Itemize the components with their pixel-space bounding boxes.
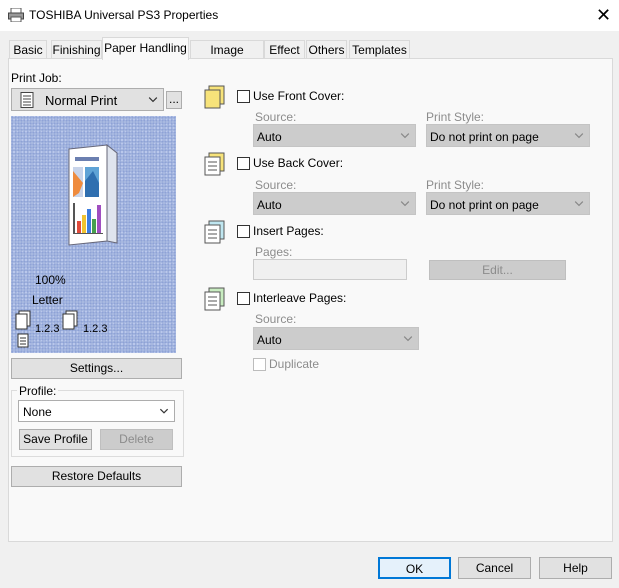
insert-pages-label: Insert Pages: bbox=[253, 224, 324, 238]
front-cover-style-dropdown[interactable]: Do not print on page bbox=[426, 124, 590, 147]
insert-pages-pages-label: Pages: bbox=[255, 245, 293, 259]
chevron-down-icon bbox=[574, 133, 584, 139]
front-cover-checkbox[interactable] bbox=[237, 90, 250, 103]
tab-effect[interactable]: Effect bbox=[264, 40, 305, 59]
help-button[interactable]: Help bbox=[539, 557, 612, 579]
back-cover-style-dropdown[interactable]: Do not print on page bbox=[426, 192, 590, 215]
delete-profile-button[interactable]: Delete bbox=[100, 429, 173, 450]
edit-pages-button[interactable]: Edit... bbox=[429, 260, 566, 280]
profile-dropdown[interactable]: None bbox=[18, 400, 175, 422]
pages-input[interactable] bbox=[253, 259, 407, 280]
printer-icon bbox=[8, 8, 24, 22]
front-cover-icon bbox=[204, 85, 225, 109]
save-profile-button[interactable]: Save Profile bbox=[19, 429, 92, 450]
tab-image-quality[interactable]: Image Quality bbox=[190, 40, 264, 75]
back-cover-source-value: Auto bbox=[257, 198, 282, 212]
page-stack-icon bbox=[15, 310, 31, 348]
interleave-source-value: Auto bbox=[257, 333, 282, 347]
preview-zoom: 100% bbox=[35, 273, 66, 287]
front-cover-source-label: Source: bbox=[255, 110, 297, 124]
print-job-label: Print Job: bbox=[11, 71, 62, 85]
back-cover-icon bbox=[204, 152, 225, 176]
preview-pane: 100% Letter 1.2.3 1.2.3 bbox=[11, 116, 176, 353]
front-cover-style-value: Do not print on page bbox=[430, 130, 539, 144]
back-cover-source-label: Source: bbox=[255, 178, 297, 192]
tab-finishing[interactable]: Finishing bbox=[51, 40, 102, 59]
chevron-down-icon bbox=[400, 133, 410, 139]
chevron-down-icon bbox=[148, 97, 158, 103]
cancel-button[interactable]: Cancel bbox=[458, 557, 531, 579]
insert-pages-icon bbox=[204, 220, 225, 244]
chevron-down-icon bbox=[574, 201, 584, 207]
settings-button[interactable]: Settings... bbox=[11, 358, 182, 379]
restore-defaults-button[interactable]: Restore Defaults bbox=[11, 466, 182, 487]
interleave-source-label: Source: bbox=[255, 312, 297, 326]
profile-value: None bbox=[23, 405, 52, 419]
preview-order-1: 1.2.3 bbox=[35, 323, 60, 335]
interleave-pages-checkbox[interactable] bbox=[237, 292, 250, 305]
insert-pages-checkbox[interactable] bbox=[237, 225, 250, 238]
back-cover-style-label: Print Style: bbox=[426, 178, 485, 192]
duplicate-checkbox[interactable] bbox=[253, 358, 266, 371]
chevron-down-icon bbox=[403, 336, 413, 342]
tab-basic[interactable]: Basic bbox=[9, 40, 47, 59]
back-cover-checkbox[interactable] bbox=[237, 157, 250, 170]
tab-templates[interactable]: Templates bbox=[349, 40, 410, 59]
front-cover-source-value: Auto bbox=[257, 130, 282, 144]
interleave-pages-label: Interleave Pages: bbox=[253, 291, 347, 305]
chevron-down-icon bbox=[159, 408, 169, 414]
title-bar: TOSHIBA Universal PS3 Properties ✕ bbox=[0, 0, 619, 31]
back-cover-style-value: Do not print on page bbox=[430, 198, 539, 212]
document-preview-icon bbox=[68, 143, 118, 246]
page-stack-icon bbox=[62, 310, 78, 330]
preview-order-2: 1.2.3 bbox=[83, 323, 108, 335]
front-cover-source-dropdown[interactable]: Auto bbox=[253, 124, 416, 147]
print-job-value: Normal Print bbox=[45, 93, 118, 108]
front-cover-label: Use Front Cover: bbox=[253, 89, 345, 103]
interleave-source-dropdown[interactable]: Auto bbox=[253, 327, 419, 350]
tab-others[interactable]: Others bbox=[306, 40, 347, 59]
back-cover-source-dropdown[interactable]: Auto bbox=[253, 192, 416, 215]
chevron-down-icon bbox=[400, 201, 410, 207]
document-icon bbox=[20, 92, 34, 108]
duplicate-label: Duplicate bbox=[269, 357, 320, 371]
print-job-dropdown[interactable]: Normal Print bbox=[11, 88, 164, 111]
interleave-pages-icon bbox=[204, 287, 225, 311]
ok-button[interactable]: OK bbox=[378, 557, 451, 579]
profile-label: Profile: bbox=[17, 384, 59, 398]
front-cover-style-label: Print Style: bbox=[426, 110, 485, 124]
tab-paper-handling[interactable]: Paper Handling bbox=[102, 37, 189, 60]
close-button[interactable]: ✕ bbox=[588, 0, 619, 31]
back-cover-label: Use Back Cover: bbox=[253, 156, 344, 170]
window-title: TOSHIBA Universal PS3 Properties bbox=[29, 8, 219, 22]
preview-paper-size: Letter bbox=[32, 293, 63, 307]
more-button[interactable]: ... bbox=[166, 91, 182, 109]
